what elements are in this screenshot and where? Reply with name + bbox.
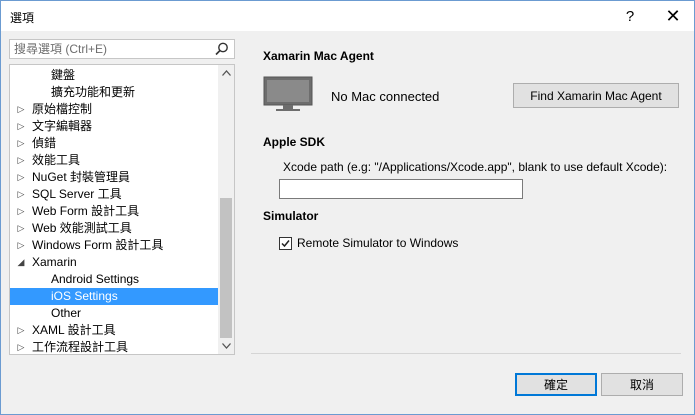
tree-item-label: iOS Settings — [51, 289, 118, 303]
tree-item[interactable]: ▷ Windows Form 設計工具 — [10, 237, 218, 254]
tree-item-label: 原始檔控制 — [32, 102, 93, 116]
tree-item[interactable]: ▷ NuGet 封裝管理員 — [10, 169, 218, 186]
search-box — [9, 39, 235, 59]
tree-item-label: Web Form 設計工具 — [32, 204, 140, 218]
collapsed-arrow-icon[interactable]: ▷ — [16, 220, 26, 237]
cancel-button[interactable]: 取消 — [601, 373, 683, 396]
collapsed-arrow-icon[interactable]: ▷ — [16, 237, 26, 254]
title-bar: 選項 ? ✕ — [1, 1, 694, 31]
tree-item-label: Windows Form 設計工具 — [32, 238, 164, 252]
mac-connection-status: No Mac connected — [331, 89, 440, 104]
collapsed-arrow-icon[interactable]: ▷ — [16, 118, 26, 135]
monitor-icon — [263, 76, 313, 111]
xcode-path-input[interactable] — [279, 179, 523, 199]
collapsed-arrow-icon[interactable]: ▷ — [16, 101, 26, 118]
search-input[interactable] — [10, 40, 218, 58]
scroll-down-button[interactable] — [218, 338, 234, 354]
collapsed-arrow-icon[interactable]: ▷ — [16, 152, 26, 169]
search-icon[interactable] — [214, 41, 230, 57]
tree-item[interactable]: ▷ 效能工具 — [10, 152, 218, 169]
tree-item-label: Other — [51, 306, 82, 320]
tree-item[interactable]: ▷ Web Form 設計工具 — [10, 203, 218, 220]
find-mac-agent-button[interactable]: Find Xamarin Mac Agent — [513, 83, 679, 108]
remote-simulator-label[interactable]: Remote Simulator to Windows — [297, 236, 458, 250]
button-separator — [251, 353, 681, 354]
options-tree: 鍵盤擴充功能和更新 ▷ 原始檔控制 ▷ 文字編輯器 ▷ 偵錯 ▷ 效能工具 ▷ NuGet 封裝管理… — [9, 64, 235, 355]
tree-item[interactable]: Android Settings — [10, 271, 218, 288]
tree-item-label: 文字編輯器 — [32, 119, 93, 133]
remote-simulator-checkbox[interactable] — [279, 237, 292, 250]
dialog-title: 選項 — [10, 11, 35, 25]
chevron-up-icon — [221, 70, 231, 76]
tree-item[interactable]: ▷ 文字編輯器 — [10, 118, 218, 135]
apple-sdk-heading: Apple SDK — [263, 135, 326, 149]
close-button[interactable]: ✕ — [658, 5, 688, 27]
tree-item-label: XAML 設計工具 — [32, 323, 116, 337]
collapsed-arrow-icon[interactable]: ▷ — [16, 169, 26, 186]
tree-item-label: SQL Server 工具 — [32, 187, 122, 201]
tree-item[interactable]: ▷ Web 效能測試工具 — [10, 220, 218, 237]
options-tree-list: 鍵盤擴充功能和更新 ▷ 原始檔控制 ▷ 文字編輯器 ▷ 偵錯 ▷ 效能工具 ▷ NuGet 封裝管理… — [10, 65, 218, 354]
collapsed-arrow-icon[interactable]: ▷ — [16, 339, 26, 354]
ok-button[interactable]: 確定 — [515, 373, 597, 396]
checkmark-icon — [281, 240, 290, 248]
tree-item-label: Web 效能測試工具 — [32, 221, 132, 235]
collapsed-arrow-icon[interactable]: ▷ — [16, 322, 26, 339]
tree-item-label: 擴充功能和更新 — [51, 85, 136, 99]
tree-item[interactable]: ▷ SQL Server 工具 — [10, 186, 218, 203]
collapsed-arrow-icon[interactable]: ▷ — [16, 135, 26, 152]
simulator-heading: Simulator — [263, 209, 319, 223]
tree-item[interactable]: ▷ 原始檔控制 — [10, 101, 218, 118]
tree-item[interactable]: 鍵盤 — [10, 67, 218, 84]
options-dialog: 選項 ? ✕ 鍵盤擴充功能和更新 ▷ 原始檔控制 ▷ 文字編輯器 ▷ 偵錯 ▷ 效能工具 ▷ NuG… — [0, 0, 695, 415]
expanded-arrow-icon[interactable]: ◢ — [16, 254, 26, 271]
chevron-down-icon — [221, 343, 231, 349]
tree-item-label: Android Settings — [51, 272, 140, 286]
scroll-thumb[interactable] — [220, 198, 232, 338]
tree-item-label: 工作流程設計工具 — [32, 340, 129, 354]
mac-agent-heading: Xamarin Mac Agent — [263, 49, 374, 63]
tree-item[interactable]: 擴充功能和更新 — [10, 84, 218, 101]
tree-item[interactable]: ▷ 工作流程設計工具 — [10, 339, 218, 354]
tree-item-label: 效能工具 — [32, 153, 81, 167]
tree-item[interactable]: ▷ 偵錯 — [10, 135, 218, 152]
tree-item[interactable]: Other — [10, 305, 218, 322]
tree-item-label: 鍵盤 — [51, 68, 76, 82]
tree-scrollbar[interactable] — [218, 65, 234, 354]
collapsed-arrow-icon[interactable]: ▷ — [16, 203, 26, 220]
tree-item-label: NuGet 封裝管理員 — [32, 170, 131, 184]
tree-item-label: 偵錯 — [32, 136, 57, 150]
scroll-up-button[interactable] — [218, 65, 234, 81]
help-button[interactable]: ? — [615, 5, 645, 27]
tree-item[interactable]: iOS Settings — [10, 288, 218, 305]
tree-item-label: Xamarin — [32, 255, 77, 269]
collapsed-arrow-icon[interactable]: ▷ — [16, 186, 26, 203]
tree-item[interactable]: ▷ XAML 設計工具 — [10, 322, 218, 339]
xcode-path-label: Xcode path (e.g: "/Applications/Xcode.ap… — [283, 160, 668, 174]
tree-item[interactable]: ◢ Xamarin — [10, 254, 218, 271]
